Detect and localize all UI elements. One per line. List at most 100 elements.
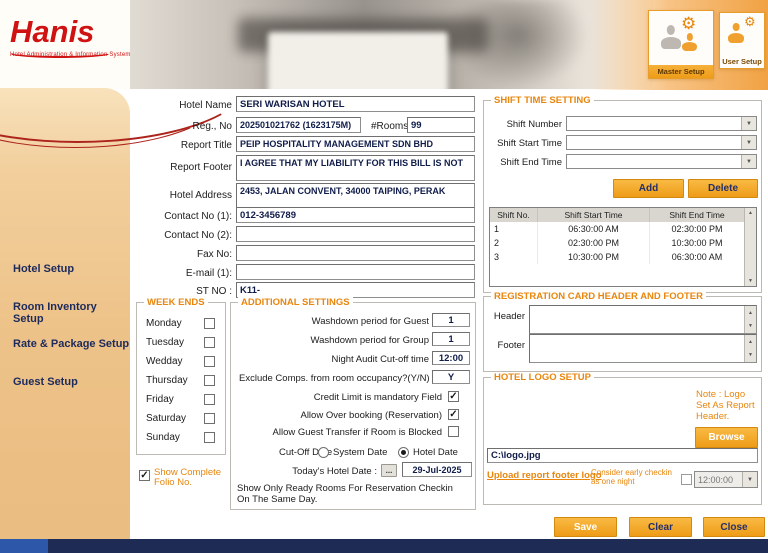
bottom-bar-accent <box>0 539 48 553</box>
rooms-input[interactable]: 99 <box>407 117 475 133</box>
col-shift-end: Shift End Time <box>650 208 745 222</box>
exclude-comps-label: Exclude Comps. from room occupancy?(Y/N) <box>239 373 430 384</box>
contact1-label: Contact No (1): <box>164 211 232 222</box>
gear-icon: ⚙ <box>681 14 697 33</box>
shift-number-dropdown[interactable] <box>566 116 757 131</box>
logo-path-input[interactable]: C:\logo.jpg <box>487 448 758 463</box>
shift-end-label: Shift End Time <box>500 157 562 168</box>
shift-number-label: Shift Number <box>506 119 562 130</box>
reg-footer-scrollbar[interactable]: ▲ ▼ <box>744 335 756 362</box>
overbooking-label: Allow Over booking (Reservation) <box>300 410 442 421</box>
st-no-label: ST NO : <box>196 286 232 297</box>
shift-table-row[interactable]: 2 02:30:00 PM 10:30:00 PM <box>490 236 756 250</box>
exclude-comps-input[interactable]: Y <box>432 370 470 384</box>
hotel-date-radio[interactable] <box>398 447 409 458</box>
close-button[interactable]: Close <box>703 517 765 537</box>
credit-limit-label: Credit Limit is mandatory Field <box>313 392 442 403</box>
hotel-name-label: Hotel Name <box>179 100 232 111</box>
reg-footer-label: Footer <box>497 340 525 351</box>
day-tuesday-checkbox[interactable] <box>204 337 215 348</box>
day-friday-label: Friday <box>146 394 174 405</box>
sidebar-item-room-inventory-setup[interactable]: Room Inventory Setup <box>0 301 130 325</box>
todays-hotel-date-label: Today's Hotel Date : <box>292 466 377 477</box>
early-checkin-time-dropdown[interactable]: 12:00:00 <box>694 471 758 488</box>
day-wedday-label: Wedday <box>146 356 183 367</box>
save-button[interactable]: Save <box>554 517 617 537</box>
reg-no-label: Reg., No <box>192 121 232 132</box>
person-icon <box>728 23 744 43</box>
early-checkin-checkbox[interactable] <box>681 474 692 485</box>
night-audit-label: Night Audit Cut-off time <box>331 354 429 365</box>
contact1-input[interactable]: 012-3456789 <box>236 207 475 223</box>
system-date-radio[interactable] <box>318 447 329 458</box>
day-friday-checkbox[interactable] <box>204 394 215 405</box>
date-browse-button[interactable]: ... <box>381 464 397 477</box>
person-icon <box>661 25 681 49</box>
early-checkin-label: Consider early checkin as one night <box>591 468 672 486</box>
hotel-address-textarea[interactable]: 2453, JALAN CONVENT, 34000 TAIPING, PERA… <box>236 183 475 208</box>
report-footer-label: Report Footer <box>170 162 232 173</box>
day-sunday-checkbox[interactable] <box>204 432 215 443</box>
logo-note: Note : Logo Set As Report Header. <box>696 389 755 422</box>
user-setup-button[interactable]: ⚙ User Setup <box>719 12 765 69</box>
todays-hotel-date-value: 29-Jul-2025 <box>402 462 472 477</box>
shift-start-label: Shift Start Time <box>497 138 562 149</box>
master-setup-button[interactable]: ⚙ Master Setup <box>648 10 714 79</box>
shift-table-scrollbar[interactable]: ▲ ▼ <box>744 208 756 286</box>
day-wedday-checkbox[interactable] <box>204 356 215 367</box>
email-input[interactable] <box>236 264 475 280</box>
day-sunday-label: Sunday <box>146 432 180 443</box>
clear-button[interactable]: Clear <box>629 517 692 537</box>
reg-header-label: Header <box>493 311 525 322</box>
day-monday-label: Monday <box>146 318 182 329</box>
sidebar-item-guest-setup[interactable]: Guest Setup <box>0 376 130 388</box>
shift-table-row[interactable]: 3 10:30:00 PM 06:30:00 AM <box>490 250 756 264</box>
show-complete-folio-checkbox[interactable] <box>139 470 150 481</box>
col-shift-start: Shift Start Time <box>538 208 650 222</box>
day-thursday-checkbox[interactable] <box>204 375 215 386</box>
reg-footer-textarea[interactable]: ▲ ▼ <box>529 334 757 363</box>
st-no-input[interactable]: K11- <box>236 282 475 298</box>
bottom-bar <box>0 539 768 553</box>
contact2-input[interactable] <box>236 226 475 242</box>
fax-label: Fax No: <box>196 249 232 260</box>
day-saturday-checkbox[interactable] <box>204 413 215 424</box>
additional-settings-title: ADDITIONAL SETTINGS <box>238 297 353 308</box>
header-photo <box>118 0 653 89</box>
washdown-group-input[interactable]: 1 <box>432 332 470 346</box>
browse-button[interactable]: Browse <box>695 427 758 448</box>
hotel-logo-title: HOTEL LOGO SETUP <box>491 372 594 383</box>
night-audit-input[interactable]: 12:00 <box>432 351 470 365</box>
washdown-guest-input[interactable]: 1 <box>432 313 470 327</box>
master-setup-label: Master Setup <box>649 65 713 78</box>
guest-transfer-label: Allow Guest Transfer if Room is Blocked <box>272 427 442 438</box>
day-tuesday-label: Tuesday <box>146 337 184 348</box>
day-monday-checkbox[interactable] <box>204 318 215 329</box>
fax-input[interactable] <box>236 245 475 261</box>
report-title-input[interactable]: PEIP HOSPITALITY MANAGEMENT SDN BHD <box>236 136 475 152</box>
reg-no-input[interactable]: 202501021762 (1623175M) <box>236 117 361 133</box>
shift-table-row[interactable]: 1 06:30:00 AM 02:30:00 PM <box>490 222 756 236</box>
sidebar-item-rate-package-setup[interactable]: Rate & Package Setup <box>0 338 130 350</box>
system-date-label: System Date <box>333 447 388 458</box>
reg-header-textarea[interactable]: ▲ ▼ <box>529 305 757 334</box>
guest-transfer-checkbox[interactable] <box>448 426 459 437</box>
shift-end-dropdown[interactable] <box>566 154 757 169</box>
ready-rooms-note: Show Only Ready Rooms For Reservation Ch… <box>237 483 453 505</box>
credit-limit-checkbox[interactable] <box>448 391 459 402</box>
washdown-guest-label: Washdown period for Guest <box>311 316 429 327</box>
delete-button[interactable]: Delete <box>688 179 758 198</box>
day-thursday-label: Thursday <box>146 375 188 386</box>
reg-header-scrollbar[interactable]: ▲ ▼ <box>744 306 756 333</box>
overbooking-checkbox[interactable] <box>448 409 459 420</box>
shift-table: Shift No. Shift Start Time Shift End Tim… <box>489 207 757 287</box>
app-window: Hanis Hotel Administration & Information… <box>0 0 768 553</box>
email-label: E-mail (1): <box>185 268 232 279</box>
upload-footer-logo-link[interactable]: Upload report footer logo <box>487 470 602 481</box>
brand-tagline: Hotel Administration & Information Syste… <box>10 52 131 58</box>
hotel-name-input[interactable]: SERI WARISAN HOTEL <box>236 96 475 112</box>
shift-start-dropdown[interactable] <box>566 135 757 150</box>
report-footer-textarea[interactable]: I AGREE THAT MY LIABILITY FOR THIS BILL … <box>236 155 475 181</box>
registration-card-title: REGISTRATION CARD HEADER AND FOOTER <box>491 291 706 302</box>
add-button[interactable]: Add <box>613 179 684 198</box>
